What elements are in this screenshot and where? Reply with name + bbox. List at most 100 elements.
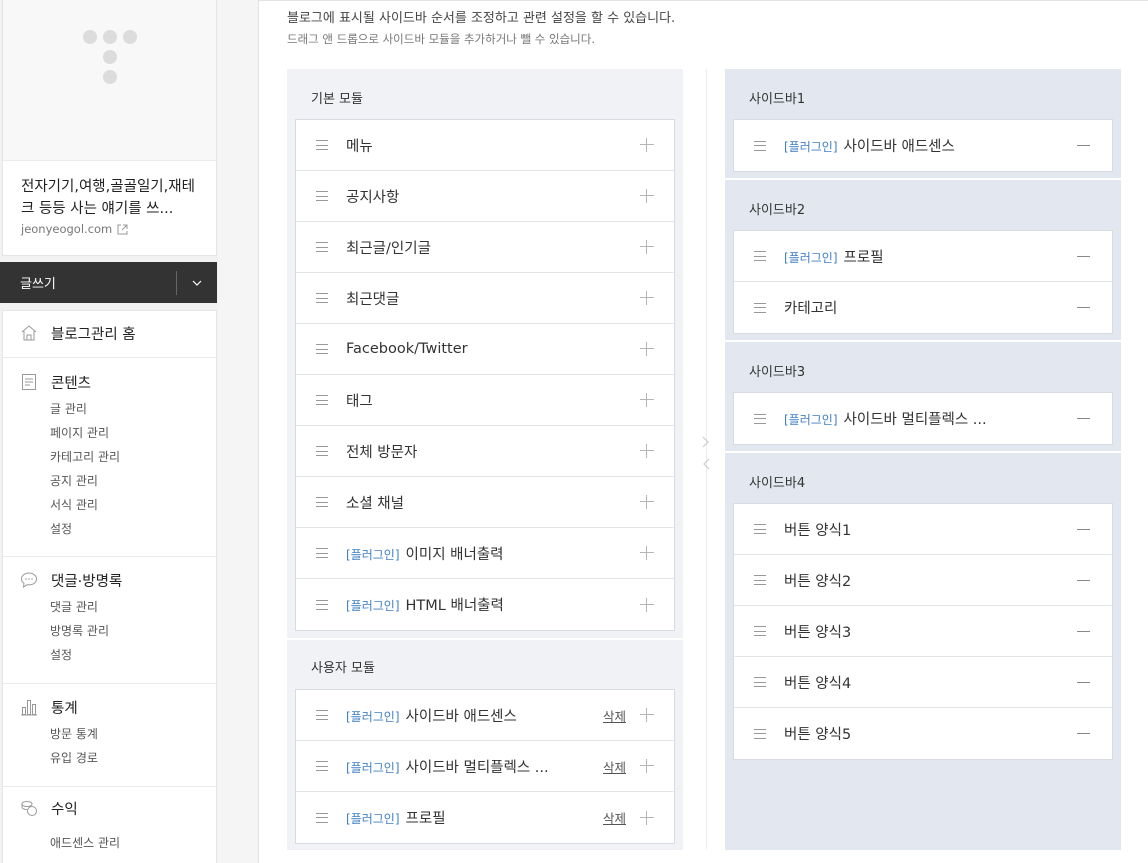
drag-handle-icon[interactable] — [316, 497, 328, 507]
plus-icon[interactable] — [640, 342, 654, 356]
menu-contents[interactable]: 콘텐츠 — [3, 371, 216, 393]
module-item[interactable]: 소셜 채널 — [296, 477, 674, 528]
menu-notice-manage[interactable]: 공지 관리 — [50, 469, 216, 493]
module-item[interactable]: [플러그인] HTML 배너출력 — [296, 579, 674, 630]
module-item[interactable]: 버튼 양식3 — [734, 606, 1112, 657]
module-item[interactable]: 메뉴 — [296, 120, 674, 171]
blog-url[interactable]: jeonyeogol.com — [21, 222, 112, 236]
module-item[interactable]: 공지사항 — [296, 171, 674, 222]
plus-icon[interactable] — [640, 291, 654, 305]
menu-home[interactable]: 블로그관리 홈 — [3, 322, 216, 344]
blog-title[interactable]: 전자기기,여행,골골일기,재테크 등등 사는 얘기를 쓰... — [21, 176, 201, 220]
module-label: [플러그인] 프로필 — [784, 246, 1077, 267]
plus-icon[interactable] — [640, 546, 654, 560]
module-item[interactable]: 버튼 양식5 — [734, 708, 1112, 759]
menu-comments[interactable]: 댓글·방명록 — [3, 569, 216, 591]
menu-post-manage[interactable]: 글 관리 — [50, 397, 216, 421]
menu-comment-manage[interactable]: 댓글 관리 — [50, 595, 216, 619]
write-options-toggle[interactable] — [177, 262, 217, 303]
plus-icon[interactable] — [640, 240, 654, 254]
module-item[interactable]: 버튼 양식4 — [734, 657, 1112, 708]
minus-icon[interactable] — [1077, 579, 1090, 581]
menu-stats[interactable]: 통계 — [3, 696, 216, 718]
blog-url-link[interactable]: jeonyeogol.com — [21, 222, 128, 236]
module-item[interactable]: 버튼 양식1 — [734, 504, 1112, 555]
menu-contents-settings[interactable]: 설정 — [50, 517, 216, 541]
drag-handle-icon[interactable] — [754, 626, 766, 636]
module-item[interactable]: [플러그인] 프로필 — [734, 231, 1112, 282]
minus-icon[interactable] — [1077, 145, 1090, 146]
menu-comments-settings[interactable]: 설정 — [50, 643, 216, 667]
plus-icon[interactable] — [640, 138, 654, 152]
drag-handle-icon[interactable] — [316, 191, 328, 201]
drag-handle-icon[interactable] — [316, 548, 328, 558]
delete-module-link[interactable]: 삭제 — [603, 757, 626, 776]
module-item[interactable]: [플러그인] 사이드바 애드센스 — [734, 120, 1112, 171]
plus-icon[interactable] — [640, 189, 654, 203]
drag-handle-icon[interactable] — [754, 302, 766, 313]
drag-handle-icon[interactable] — [316, 599, 328, 610]
menu-comments-title[interactable]: 댓글·방명록 — [51, 570, 122, 591]
drag-handle-icon[interactable] — [316, 293, 328, 303]
module-item[interactable]: 태그 — [296, 375, 674, 426]
menu-revenue[interactable]: 수익 — [3, 797, 216, 819]
drag-handle-icon[interactable] — [754, 677, 766, 687]
plus-icon[interactable] — [640, 759, 654, 773]
menu-referrer[interactable]: 유입 경로 — [50, 746, 216, 770]
drag-handle-icon[interactable] — [316, 242, 328, 252]
delete-module-link[interactable]: 삭제 — [603, 706, 626, 725]
minus-icon[interactable] — [1077, 255, 1090, 257]
menu-contents-title[interactable]: 콘텐츠 — [51, 372, 91, 393]
minus-icon[interactable] — [1077, 528, 1090, 530]
minus-icon[interactable] — [1077, 630, 1090, 632]
menu-guestbook-manage[interactable]: 방명록 관리 — [50, 619, 216, 643]
menu-stats-title[interactable]: 통계 — [51, 697, 78, 718]
menu-home-label[interactable]: 블로그관리 홈 — [51, 323, 136, 344]
plus-icon[interactable] — [640, 810, 654, 825]
minus-icon[interactable] — [1077, 307, 1090, 308]
module-item[interactable]: 버튼 양식2 — [734, 555, 1112, 606]
delete-module-link[interactable]: 삭제 — [603, 808, 626, 827]
minus-icon[interactable] — [1077, 418, 1090, 419]
drag-handle-icon[interactable] — [754, 575, 766, 585]
menu-category-manage[interactable]: 카테고리 관리 — [50, 445, 216, 469]
module-item[interactable]: 최근글/인기글 — [296, 222, 674, 273]
blog-logo[interactable] — [3, 0, 216, 161]
module-item[interactable]: 최근댓글 — [296, 273, 674, 324]
minus-icon[interactable] — [1077, 733, 1090, 734]
drag-handle-icon[interactable] — [316, 344, 328, 354]
plus-icon[interactable] — [640, 495, 654, 509]
module-label: [플러그인] 사이드바 애드센스 — [346, 705, 603, 726]
module-item[interactable]: [플러그인] 사이드바 멀티플렉스 ... 삭제 — [296, 741, 674, 792]
drag-handle-icon[interactable] — [754, 140, 766, 151]
module-item[interactable]: [플러그인] 이미지 배너출력 — [296, 528, 674, 579]
menu-adsense-manage[interactable]: 애드센스 관리 — [50, 831, 216, 855]
module-name: 이미지 배너출력 — [405, 546, 504, 563]
drag-handle-icon[interactable] — [316, 812, 328, 823]
module-item[interactable]: [플러그인] 사이드바 멀티플렉스 ... — [734, 393, 1112, 444]
module-item[interactable]: 카테고리 — [734, 282, 1112, 333]
write-button[interactable]: 글쓰기 — [20, 273, 176, 292]
drag-handle-icon[interactable] — [754, 524, 766, 534]
menu-revenue-title[interactable]: 수익 — [51, 798, 78, 819]
module-item[interactable]: Facebook/Twitter — [296, 324, 674, 375]
drag-handle-icon[interactable] — [316, 395, 328, 405]
plus-icon[interactable] — [640, 444, 654, 458]
drag-handle-icon[interactable] — [316, 710, 328, 720]
drag-handle-icon[interactable] — [316, 761, 328, 771]
plus-icon[interactable] — [640, 597, 654, 612]
drag-handle-icon[interactable] — [316, 446, 328, 456]
plus-icon[interactable] — [640, 708, 654, 722]
drag-handle-icon[interactable] — [754, 413, 766, 424]
module-item[interactable]: [플러그인] 프로필 삭제 — [296, 792, 674, 843]
plus-icon[interactable] — [640, 393, 654, 407]
menu-template-manage[interactable]: 서식 관리 — [50, 493, 216, 517]
minus-icon[interactable] — [1077, 681, 1090, 683]
drag-handle-icon[interactable] — [754, 251, 766, 261]
drag-handle-icon[interactable] — [754, 728, 766, 739]
menu-visit-stats[interactable]: 방문 통계 — [50, 722, 216, 746]
drag-handle-icon[interactable] — [316, 140, 328, 150]
module-item[interactable]: [플러그인] 사이드바 애드센스 삭제 — [296, 690, 674, 741]
module-item[interactable]: 전체 방문자 — [296, 426, 674, 477]
menu-page-manage[interactable]: 페이지 관리 — [50, 421, 216, 445]
